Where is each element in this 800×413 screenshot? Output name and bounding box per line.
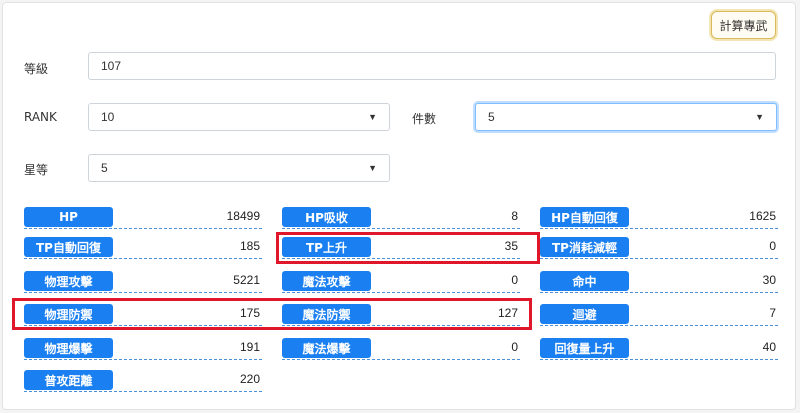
stat-item: 命中 30 <box>540 271 778 293</box>
stat-value: 18499 <box>226 209 260 223</box>
stat-label: 魔法攻擊 <box>282 271 371 291</box>
stat-value: 220 <box>239 372 260 386</box>
highlight-box-defense <box>12 298 532 330</box>
stat-value: 0 <box>769 239 776 253</box>
chevron-down-icon: ▼ <box>368 163 377 173</box>
stat-label: TP消耗減輕 <box>540 237 629 257</box>
stat-value: 0 <box>511 273 518 287</box>
rank-value: 10 <box>101 110 115 124</box>
stat-label: 普攻距離 <box>24 370 113 390</box>
stat-value: 30 <box>762 273 776 287</box>
stat-value: 7 <box>769 306 776 320</box>
equip-count-select[interactable]: 5 ▼ <box>475 103 777 131</box>
stat-item: 魔法攻擊 0 <box>282 271 520 293</box>
stat-item: 回復量上升 40 <box>540 338 778 360</box>
stat-item: HP自動回復 1625 <box>540 207 778 229</box>
stat-label: 命中 <box>540 271 629 291</box>
star-select[interactable]: 5 ▼ <box>88 154 390 182</box>
stat-item: TP消耗減輕 0 <box>540 237 778 259</box>
star-label: 星等 <box>24 163 49 177</box>
stat-value: 8 <box>511 209 518 223</box>
stat-label: HP吸收 <box>282 207 371 227</box>
star-value: 5 <box>101 161 108 175</box>
stat-value: 185 <box>239 239 260 253</box>
level-value: 107 <box>101 59 122 73</box>
stat-label: 魔法爆擊 <box>282 338 371 358</box>
stat-item: 物理爆擊 191 <box>24 338 262 360</box>
level-label: 等級 <box>24 62 49 76</box>
stat-item: 魔法爆擊 0 <box>282 338 520 360</box>
rank-select[interactable]: 10 ▼ <box>88 103 390 131</box>
stat-value: 0 <box>511 340 518 354</box>
stat-value: 5221 <box>233 273 260 287</box>
stat-value: 191 <box>239 340 260 354</box>
calc-unique-weapon-button[interactable]: 計算專武 <box>711 11 776 39</box>
stat-label: HP <box>24 207 113 227</box>
stat-item: HP 18499 <box>24 207 262 229</box>
equip-count-label: 件數 <box>412 112 437 126</box>
stat-item: 普攻距離 220 <box>24 370 262 392</box>
stat-label: TP自動回復 <box>24 237 113 257</box>
stat-item: HP吸收 8 <box>282 207 520 229</box>
stat-label: 回復量上升 <box>540 338 629 358</box>
chevron-down-icon: ▼ <box>755 112 764 122</box>
stat-value: 40 <box>762 340 776 354</box>
stat-label: 物理爆擊 <box>24 338 113 358</box>
stat-label: 迴避 <box>540 304 629 324</box>
stat-item: TP自動回復 185 <box>24 237 262 259</box>
highlight-box-tp-up <box>276 232 540 264</box>
chevron-down-icon: ▼ <box>368 112 377 122</box>
stat-label: HP自動回復 <box>540 207 629 227</box>
level-input[interactable]: 107 <box>88 52 776 80</box>
stat-label: 物理攻擊 <box>24 271 113 291</box>
stat-value: 1625 <box>749 209 776 223</box>
stat-item: 物理攻擊 5221 <box>24 271 262 293</box>
rank-label: RANK <box>24 110 57 124</box>
equip-count-value: 5 <box>488 110 495 124</box>
stat-item: 迴避 7 <box>540 304 778 326</box>
